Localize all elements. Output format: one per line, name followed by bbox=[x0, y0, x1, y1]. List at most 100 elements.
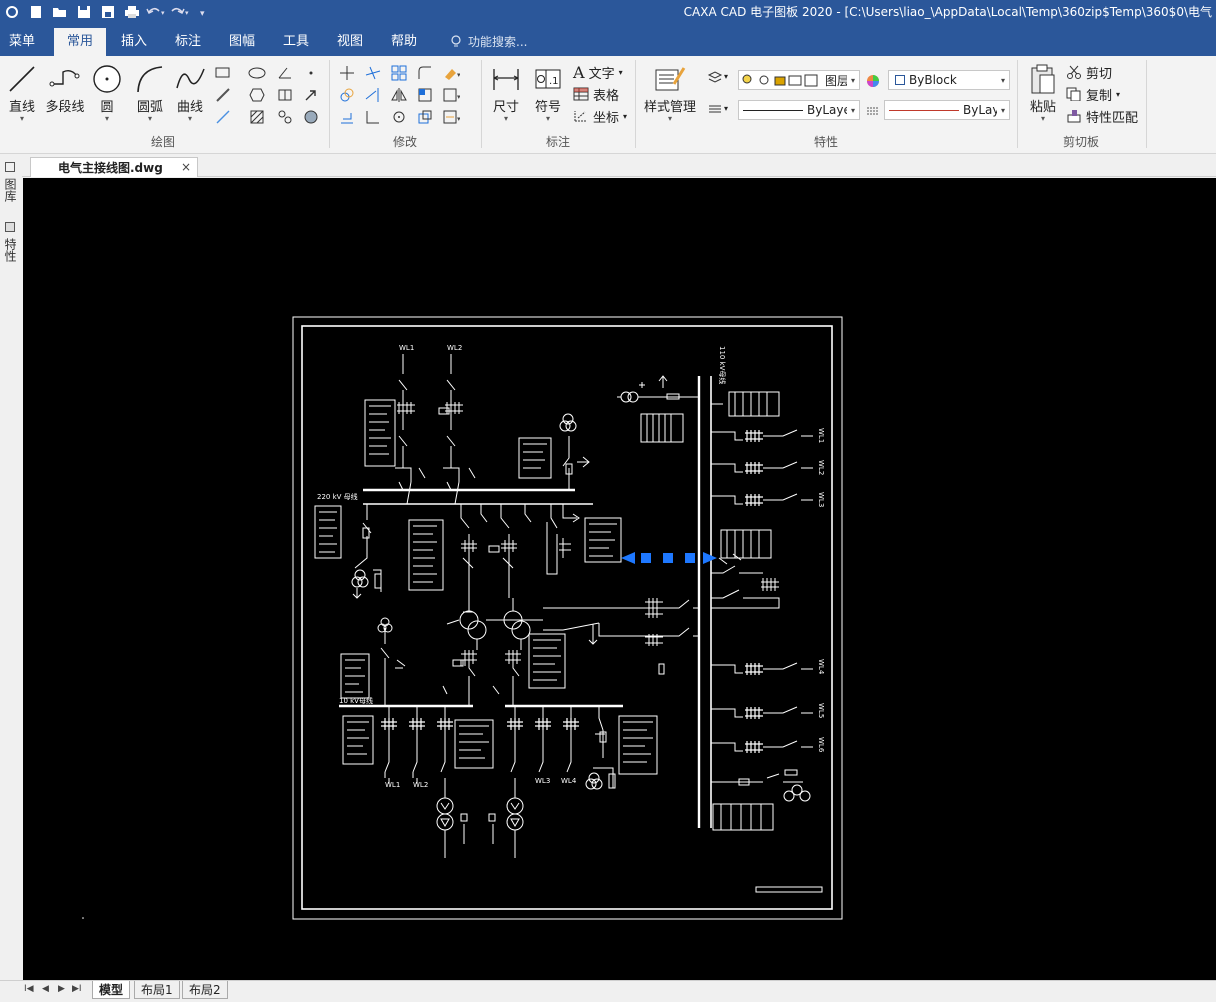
break-icon[interactable] bbox=[364, 108, 382, 126]
stretch-icon[interactable] bbox=[416, 86, 434, 104]
trim-icon[interactable] bbox=[364, 64, 382, 82]
angle-line-icon[interactable] bbox=[276, 64, 294, 82]
chevron-down-icon[interactable]: ▾ bbox=[724, 104, 728, 113]
linetype-select[interactable]: ByLayer ▾ bbox=[738, 100, 860, 120]
fillet-icon[interactable] bbox=[416, 64, 434, 82]
rectangle-icon[interactable] bbox=[214, 64, 232, 82]
linetype-preview bbox=[743, 109, 803, 111]
gradient-icon[interactable] bbox=[302, 108, 320, 126]
line-button[interactable]: 直线 ▾ bbox=[6, 62, 38, 123]
grip-arrow-left[interactable] bbox=[621, 552, 635, 564]
grip-square[interactable] bbox=[641, 553, 651, 563]
svg-text:▾: ▾ bbox=[457, 93, 460, 101]
copy-button[interactable]: 复制 ▾ bbox=[1066, 84, 1120, 104]
tab-sheet[interactable]: 图幅 bbox=[218, 28, 266, 56]
grip-square[interactable] bbox=[663, 553, 673, 563]
customize-icon[interactable]: ▾ bbox=[192, 0, 216, 24]
symbol-button[interactable]: .1 符号 ▾ bbox=[530, 62, 566, 123]
linetype-scale-icon[interactable] bbox=[864, 102, 882, 120]
dimension-icon bbox=[493, 69, 519, 90]
color-wheel-icon[interactable] bbox=[864, 72, 882, 90]
mirror-icon[interactable] bbox=[390, 86, 408, 104]
tab-layout1[interactable]: 布局1 bbox=[134, 981, 180, 999]
chevron-down-icon[interactable]: ▾ bbox=[724, 72, 728, 81]
document-tab[interactable]: 电气主接线图.dwg × bbox=[30, 157, 198, 177]
offset-icon[interactable] bbox=[338, 108, 356, 126]
tab-menu[interactable]: 菜单 bbox=[0, 28, 44, 56]
new-icon[interactable] bbox=[24, 0, 48, 24]
arrow-icon[interactable] bbox=[302, 86, 320, 104]
copy-icon bbox=[1066, 87, 1081, 101]
coordinate-button[interactable]: 坐标 ▾ bbox=[573, 106, 627, 126]
layer-manager-icon[interactable] bbox=[706, 68, 724, 86]
region-icon[interactable]: ▾ bbox=[442, 86, 460, 104]
undo-icon[interactable]: ▾ bbox=[144, 0, 168, 24]
paste-button[interactable]: 粘贴 ▾ bbox=[1024, 62, 1062, 123]
point-icon[interactable] bbox=[302, 64, 320, 82]
first-tab-icon[interactable]: I◀ bbox=[24, 984, 34, 994]
arc-button[interactable]: 圆弧 ▾ bbox=[132, 62, 168, 123]
lineweight-select[interactable]: ByLaye ▾ bbox=[884, 100, 1010, 120]
last-tab-icon[interactable]: ▶I bbox=[72, 984, 82, 994]
title-block bbox=[755, 886, 823, 893]
properties-panel-tab[interactable]: 特性 bbox=[3, 222, 19, 262]
scale-icon[interactable] bbox=[416, 108, 434, 126]
match-properties-button[interactable]: 特性匹配 bbox=[1066, 106, 1138, 126]
tab-model[interactable]: 模型 bbox=[92, 981, 131, 999]
ellipse-icon[interactable] bbox=[248, 64, 266, 82]
grip-square[interactable] bbox=[685, 553, 695, 563]
grip-arrow-right[interactable] bbox=[703, 552, 717, 564]
open-icon[interactable] bbox=[48, 0, 72, 24]
next-tab-icon[interactable]: ▶ bbox=[58, 984, 65, 994]
cut-button[interactable]: 剪切 bbox=[1066, 62, 1112, 82]
tab-annotate[interactable]: 标注 bbox=[164, 28, 212, 56]
move-icon[interactable] bbox=[338, 64, 356, 82]
polyline-button[interactable]: 多段线 bbox=[42, 62, 88, 115]
layer-select[interactable]: 图层 ▾ bbox=[738, 70, 860, 90]
tab-home[interactable]: 常用 bbox=[54, 28, 106, 56]
tab-help[interactable]: 帮助 bbox=[380, 28, 428, 56]
window-title: CAXA CAD 电子图板 2020 - [C:\Users\liao_\App… bbox=[683, 5, 1212, 19]
selection-grips[interactable] bbox=[621, 552, 717, 564]
wl1-110-label: WL1 bbox=[817, 428, 825, 443]
library-panel-tab[interactable]: 图库 bbox=[3, 162, 19, 202]
extend-icon[interactable] bbox=[364, 86, 382, 104]
table-button[interactable]: 表格 bbox=[573, 84, 619, 104]
copy-object-icon[interactable] bbox=[338, 86, 356, 104]
close-icon[interactable]: × bbox=[181, 160, 191, 174]
tab-layout2[interactable]: 布局2 bbox=[182, 981, 228, 999]
style-manager-button[interactable]: 样式管理 ▾ bbox=[640, 62, 700, 123]
print-icon[interactable] bbox=[120, 0, 144, 24]
redo-icon[interactable]: ▾ bbox=[168, 0, 192, 24]
save-as-icon[interactable] bbox=[96, 0, 120, 24]
fill-icon[interactable] bbox=[276, 108, 294, 126]
text-button[interactable]: A 文字 ▾ bbox=[573, 62, 623, 82]
construction-line-icon[interactable] bbox=[214, 108, 232, 126]
table-grid-icon[interactable] bbox=[276, 86, 294, 104]
feature-search[interactable]: 功能搜索... bbox=[450, 28, 527, 56]
pen-icon[interactable] bbox=[214, 86, 232, 104]
curve-button[interactable]: 曲线 ▾ bbox=[172, 62, 208, 123]
dimension-label: 尺寸 bbox=[492, 100, 519, 115]
tab-insert[interactable]: 插入 bbox=[110, 28, 158, 56]
lineweight-icon[interactable] bbox=[706, 100, 724, 118]
hatch-icon[interactable] bbox=[248, 108, 266, 126]
bus-10-section: 10 kV母线 bbox=[339, 617, 623, 708]
circle-button[interactable]: 圆 ▾ bbox=[90, 62, 124, 123]
drawing-canvas[interactable]: 110 kV母线 WL1 WL2 WL3 WL4 WL5 WL6 220 kV … bbox=[23, 178, 1216, 980]
lightbulb-icon bbox=[451, 35, 461, 47]
eraser-icon[interactable]: ▾ bbox=[442, 64, 460, 82]
polygon-icon[interactable] bbox=[248, 86, 266, 104]
tab-tools[interactable]: 工具 bbox=[272, 28, 320, 56]
explode-icon[interactable]: ▾ bbox=[442, 108, 460, 126]
prev-tab-icon[interactable]: ◀ bbox=[42, 984, 49, 994]
color-value: ByBlock bbox=[909, 73, 957, 87]
tab-view[interactable]: 视图 bbox=[326, 28, 374, 56]
array-icon[interactable] bbox=[390, 64, 408, 82]
save-icon[interactable] bbox=[72, 0, 96, 24]
logo-icon[interactable] bbox=[0, 0, 24, 24]
circle-label: 圆 bbox=[100, 100, 114, 115]
color-select[interactable]: ByBlock ▾ bbox=[888, 70, 1010, 90]
dimension-button[interactable]: 尺寸 ▾ bbox=[488, 62, 524, 123]
rotate-icon[interactable] bbox=[390, 108, 408, 126]
